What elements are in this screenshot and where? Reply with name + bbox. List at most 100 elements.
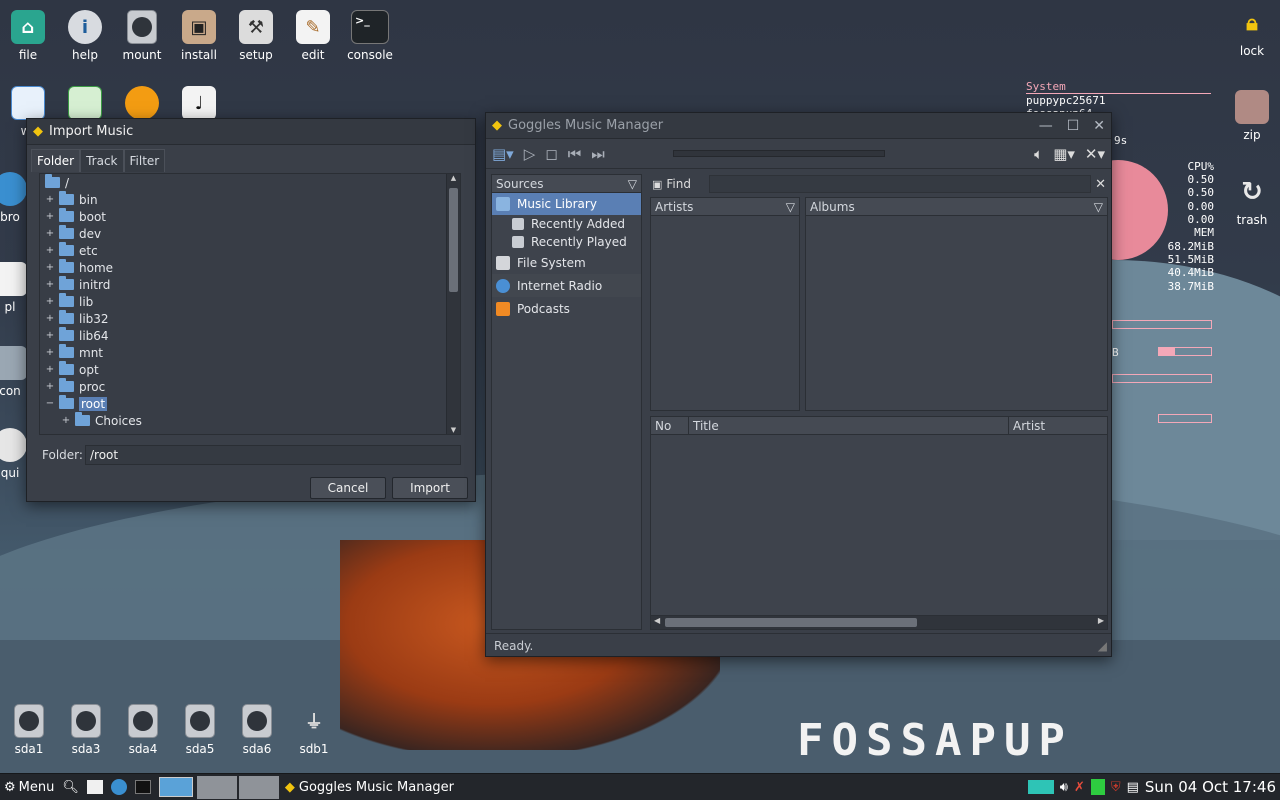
scroll-up-icon[interactable]: ▲ <box>447 174 460 182</box>
expander-icon[interactable]: + <box>44 296 56 307</box>
tree-item-choices[interactable]: + Choices <box>40 412 460 429</box>
scrollbar-thumb[interactable] <box>665 618 917 627</box>
cancel-button[interactable]: Cancel <box>310 477 386 499</box>
source-recently-played[interactable]: Recently Played <box>492 233 641 251</box>
tree-scrollbar[interactable]: ▲ ▼ <box>446 174 460 434</box>
maximize-icon[interactable]: ☐ <box>1067 118 1080 134</box>
tab-filter[interactable]: Filter <box>123 149 166 172</box>
previous-icon[interactable]: ⏮ <box>568 145 582 163</box>
clock[interactable]: Sun 04 Oct 17:46 <box>1145 778 1280 796</box>
desktop-icon-help[interactable]: i help <box>55 10 115 62</box>
browser-icon[interactable] <box>107 774 131 800</box>
folder-path-field[interactable]: /root <box>85 445 461 465</box>
source-podcasts[interactable]: Podcasts <box>492 297 641 320</box>
firewall-icon[interactable]: ⛨ <box>1111 780 1121 795</box>
column-no[interactable]: No <box>651 417 689 434</box>
volume-icon[interactable]: 🔊︎ <box>1060 780 1068 795</box>
network-off-icon[interactable]: ✗ <box>1074 780 1085 795</box>
expander-icon[interactable]: + <box>44 313 56 324</box>
filter-icon[interactable]: ▽ <box>624 177 641 191</box>
menu-button[interactable]: ⚙ Menu <box>0 774 58 800</box>
seek-bar[interactable] <box>672 150 885 157</box>
tree-item-boot[interactable]: + boot <box>40 208 460 225</box>
resize-grip-icon[interactable]: ◢ <box>1098 639 1111 653</box>
tree-item-dev[interactable]: + dev <box>40 225 460 242</box>
expander-icon[interactable]: + <box>44 262 56 273</box>
desktop-icon-lock[interactable]: 🔒︎ lock <box>1222 6 1280 59</box>
task-goggles[interactable]: ◆ Goggles Music Manager <box>281 774 458 800</box>
expander-icon[interactable]: + <box>44 228 56 239</box>
tree-item-home[interactable]: + home <box>40 259 460 276</box>
desktop-icon-edit[interactable]: ✎ edit <box>283 10 343 62</box>
filter-icon[interactable]: ▽ <box>1090 200 1107 214</box>
source-music-library[interactable]: Music Library <box>492 193 641 215</box>
battery-icon[interactable] <box>1090 779 1105 795</box>
desktop-icon-file[interactable]: ⌂ file <box>0 10 58 62</box>
tracks-hscrollbar[interactable]: ◀ ▶ <box>651 615 1107 629</box>
artists-header[interactable]: Artists ▽ <box>651 198 799 216</box>
clear-find-icon[interactable]: ✕ <box>1095 177 1106 192</box>
tab-track[interactable]: Track <box>80 149 124 172</box>
clipboard-icon[interactable]: ▤ <box>1127 780 1139 795</box>
desktop-icon-install[interactable]: ▣ install <box>169 10 229 62</box>
close-icon[interactable]: ✕ <box>1093 118 1105 134</box>
expander-icon[interactable]: + <box>44 279 56 290</box>
source-file-system[interactable]: File System <box>492 251 641 274</box>
tree-item-etc[interactable]: + etc <box>40 242 460 259</box>
drive-sda4[interactable]: sda4 <box>113 704 173 756</box>
desktop-icon-setup[interactable]: ⚒ setup <box>226 10 286 62</box>
expander-icon[interactable]: + <box>44 245 56 256</box>
folder-tree[interactable]: / + bin + boot + dev + etc + home + initrd + li… <box>39 173 461 435</box>
albums-header[interactable]: Albums ▽ <box>806 198 1107 216</box>
import-dialog-titlebar[interactable]: ◆ Import Music <box>27 119 475 145</box>
scroll-right-icon[interactable]: ▶ <box>1098 616 1104 625</box>
expander-icon[interactable]: + <box>44 330 56 341</box>
expander-icon[interactable]: + <box>44 364 56 375</box>
artists-pane[interactable]: Artists ▽ <box>650 197 800 411</box>
drive-sda6[interactable]: sda6 <box>227 704 287 756</box>
filter-icon[interactable]: ▽ <box>782 200 799 214</box>
workspace-switcher[interactable] <box>155 774 197 800</box>
desktop-icon-console[interactable]: >_ console <box>340 10 400 62</box>
goggles-titlebar[interactable]: ◆ Goggles Music Manager — ☐ ✕ <box>486 113 1111 139</box>
expander-icon[interactable]: + <box>44 194 56 205</box>
expander-icon[interactable]: + <box>44 211 56 222</box>
tree-root[interactable]: / <box>40 174 460 191</box>
tree-item-opt[interactable]: + opt <box>40 361 460 378</box>
tree-item-root[interactable]: − root <box>40 395 460 412</box>
expander-icon[interactable]: + <box>60 415 72 426</box>
column-artist[interactable]: Artist <box>1009 417 1107 434</box>
tree-item-lib[interactable]: + lib <box>40 293 460 310</box>
volume-mute-icon[interactable]: 🔈︎ <box>1034 145 1043 163</box>
search-icon[interactable]: 🔍︎ <box>58 774 83 800</box>
find-input[interactable] <box>709 175 1091 193</box>
column-title[interactable]: Title <box>689 417 1009 434</box>
video-menu-icon[interactable]: ▦▾ <box>1053 145 1075 163</box>
tracks-pane[interactable]: No Title Artist ◀ ▶ <box>650 416 1108 630</box>
import-button[interactable]: Import <box>392 477 468 499</box>
stop-icon[interactable]: ◻ <box>545 145 557 163</box>
cpu-graph-icon[interactable] <box>1027 780 1054 794</box>
expander-icon[interactable]: + <box>44 347 56 358</box>
source-internet-radio[interactable]: Internet Radio <box>492 274 641 297</box>
next-icon[interactable]: ⏭ <box>591 145 605 163</box>
play-icon[interactable]: ▷ <box>524 145 536 163</box>
albums-pane[interactable]: Albums ▽ <box>805 197 1108 411</box>
desktop-icon-mount[interactable]: mount <box>112 10 172 62</box>
tree-item-initrd[interactable]: + initrd <box>40 276 460 293</box>
workspace-3[interactable] <box>238 775 279 799</box>
drive-sdb1[interactable]: ⏚ sdb1 <box>284 704 344 756</box>
minimize-icon[interactable]: — <box>1039 118 1053 134</box>
expander-icon[interactable]: + <box>44 381 56 392</box>
drive-sda3[interactable]: sda3 <box>56 704 116 756</box>
workspace-2[interactable] <box>196 775 237 799</box>
source-recently-added[interactable]: Recently Added <box>492 215 641 233</box>
scroll-left-icon[interactable]: ◀ <box>654 616 660 625</box>
drive-sda1[interactable]: sda1 <box>0 704 59 756</box>
desktop-icon-trash[interactable]: ↻ trash <box>1222 175 1280 227</box>
tools-menu-icon[interactable]: ✕▾ <box>1085 145 1105 163</box>
desktop-icon-zip[interactable]: zip <box>1222 90 1280 142</box>
collapse-icon[interactable]: − <box>44 398 56 409</box>
tree-item-lib32[interactable]: + lib32 <box>40 310 460 327</box>
tree-item-bin[interactable]: + bin <box>40 191 460 208</box>
